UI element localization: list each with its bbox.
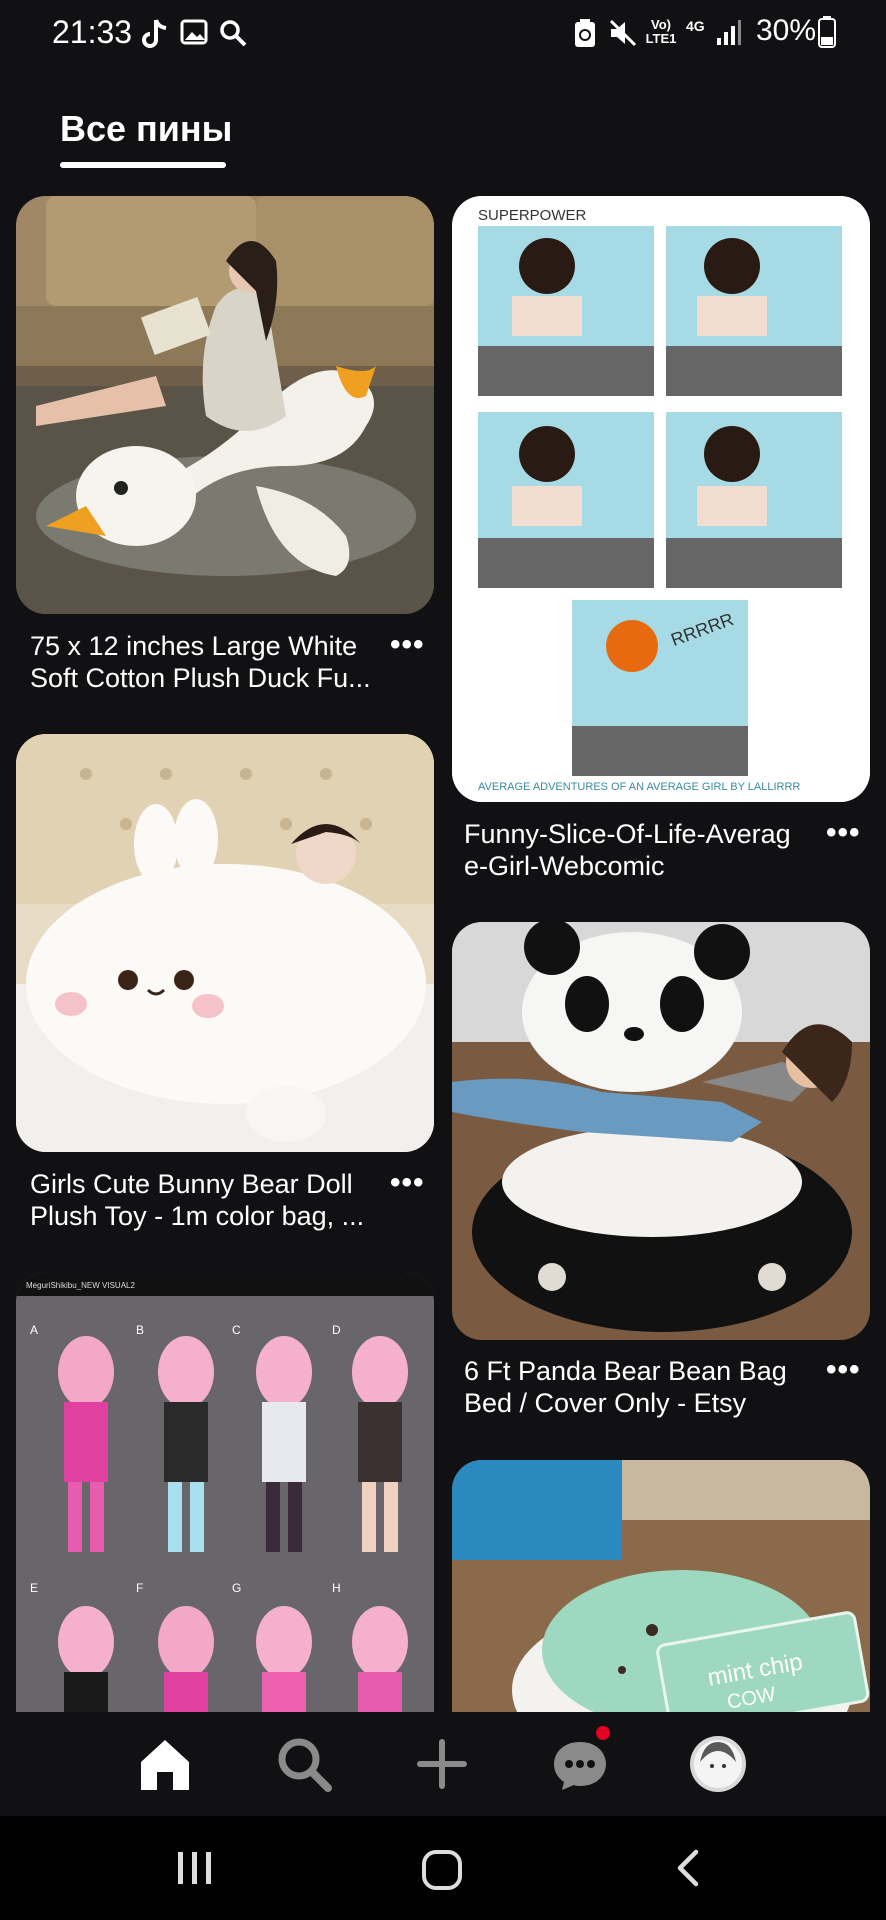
sheet-letter: D [332, 1323, 341, 1337]
pin-image-ice-cream[interactable]: mint chip COW [452, 1460, 870, 1712]
pin-image-anime-sheet[interactable]: MeguriShikibu_NEW VISUAL2 A B C D E F G … [16, 1272, 434, 1712]
nav-messages[interactable] [548, 1726, 612, 1796]
sheet-header: MeguriShikibu_NEW VISUAL2 [26, 1281, 135, 1290]
pin-title: Funny-Slice-Of-Life-Averag e-Girl-Webcom… [464, 819, 791, 881]
comic-top-label: SUPERPOWER [478, 207, 587, 224]
recents-icon[interactable] [174, 1848, 216, 1888]
sheet-letter: B [136, 1323, 144, 1337]
system-navigation-bar [0, 1816, 886, 1920]
bottom-navigation [0, 1712, 886, 1816]
nav-create[interactable] [410, 1732, 474, 1796]
status-bar: 21:33 Vo) LTE1 4G 30% [0, 0, 886, 70]
search-icon [278, 1738, 332, 1792]
more-options-button[interactable]: ••• [390, 628, 425, 662]
volte-icon: Vo) LTE1 [645, 17, 677, 46]
pin-image-bunny-plush[interactable] [16, 734, 434, 1152]
more-options-button[interactable]: ••• [390, 1166, 425, 1200]
notification-dot [596, 1726, 610, 1740]
ai-icon [575, 19, 595, 47]
tab-all-pins[interactable]: Все пины [60, 108, 233, 168]
pin-image-panda-bean-bag[interactable] [452, 922, 870, 1340]
more-options-button[interactable]: ••• [826, 1353, 861, 1387]
back-icon[interactable] [674, 1848, 704, 1888]
battery-icon [818, 16, 836, 48]
home-button-icon[interactable] [420, 1848, 464, 1892]
pin-image-comic[interactable]: SUPERPOWER RRRRR AVERAGE ADVENTURES OF A… [452, 196, 870, 802]
messages-icon [554, 1742, 606, 1790]
home-icon [141, 1740, 189, 1790]
profile-avatar [690, 1736, 746, 1792]
pin-image-duck-plush[interactable] [16, 196, 434, 614]
pin-title: 75 x 12 inches Large White Soft Cotton P… [30, 631, 371, 693]
tab-active-indicator [60, 162, 226, 168]
gallery-icon [180, 19, 208, 45]
pin-title: Girls Cute Bunny Bear Doll Plush Toy - 1… [30, 1169, 365, 1231]
sheet-letter: F [136, 1581, 143, 1595]
pin-title: 6 Ft Panda Bear Bean Bag Bed / Cover Onl… [464, 1356, 787, 1418]
comic-caption: AVERAGE ADVENTURES OF AN AVERAGE GIRL BY… [478, 781, 800, 793]
tiktok-icon [142, 19, 167, 48]
sheet-letter: H [332, 1581, 341, 1595]
battery-level: 30% [755, 14, 816, 47]
more-options-button[interactable]: ••• [826, 816, 861, 850]
plus-icon [417, 1739, 467, 1789]
tab-label: Все пины [60, 108, 233, 149]
network-type: 4G [686, 18, 705, 34]
search-icon [220, 20, 247, 47]
nav-search[interactable] [272, 1732, 336, 1796]
status-time: 21:33 [52, 14, 133, 50]
sheet-letter: A [30, 1323, 38, 1337]
nav-profile[interactable] [686, 1732, 750, 1796]
sheet-letter: C [232, 1323, 241, 1337]
nav-home[interactable] [133, 1732, 197, 1796]
sheet-letter: E [30, 1581, 38, 1595]
mute-icon [609, 19, 637, 47]
signal-icon [717, 20, 741, 45]
sheet-letter: G [232, 1581, 241, 1595]
